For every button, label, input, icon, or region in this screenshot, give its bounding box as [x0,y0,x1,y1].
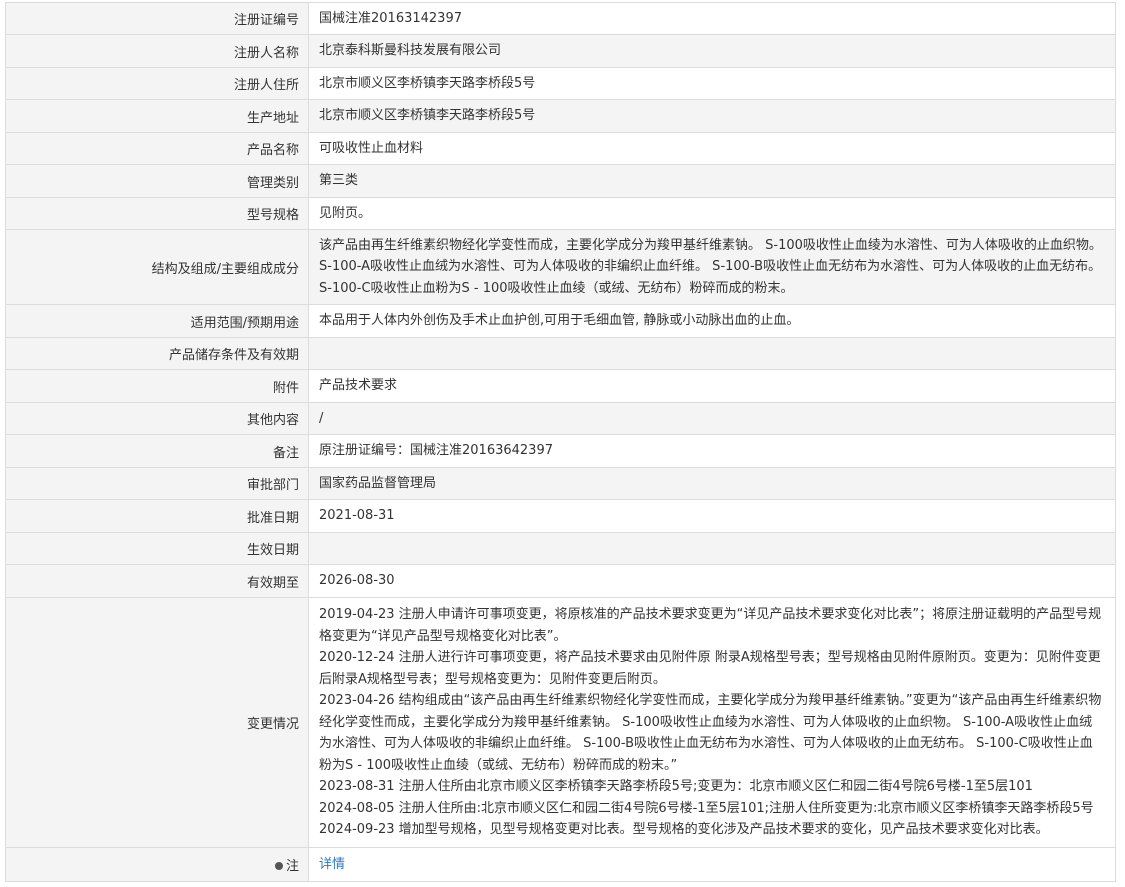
change-entry: 2019-04-23 注册人申请许可事项变更，将原核准的产品技术要求变更为“详见… [319,607,1102,644]
change-entry: 2024-09-23 增加型号规格，见型号规格变更对比表。型号规格的变化涉及产品… [319,822,1049,838]
change-entry: 2024-08-05 注册人住所由:北京市顺义区仁和园二街4号院6号楼-1至5层… [319,800,1094,816]
value-other-content: / [308,402,1116,435]
row-registration-number: 注册证编号 国械注准20163142397 [5,2,1116,35]
row-structure-composition: 结构及组成/主要组成成分 该产品由再生纤维素织物经化学变性而成，主要化学成分为羧… [5,229,1116,305]
row-approval-date: 批准日期 2021-08-31 [5,499,1116,533]
row-other-content: 其他内容 / [5,402,1116,435]
row-change-history: 变更情况 2019-04-23 注册人申请许可事项变更，将原核准的产品技术要求变… [5,597,1116,848]
change-entry: 2020-12-24 注册人进行许可事项变更，将产品技术要求由见附件原 附录A规… [319,650,1101,687]
label-registrant-name: 注册人名称 [5,34,309,68]
value-registrant-address: 北京市顺义区李桥镇李天路李桥段5号 [308,67,1116,100]
change-entry: 2023-08-31 注册人住所由北京市顺义区李桥镇李天路李桥段5号;变更为：北… [319,779,1033,795]
value-intended-use: 本品用于人体内外创伤及手术止血护创,可用于毛细血管, 静脉或小动脉出血的止血。 [308,304,1116,338]
row-effective-date: 生效日期 [5,532,1116,565]
value-effective-date [308,532,1116,565]
value-change-history: 2019-04-23 注册人申请许可事项变更，将原核准的产品技术要求变更为“详见… [308,597,1116,848]
row-attachment: 附件 产品技术要求 [5,369,1116,403]
label-remarks: 备注 [5,434,309,468]
label-model-spec: 型号规格 [5,197,309,230]
row-management-category: 管理类别 第三类 [5,164,1116,198]
value-production-address: 北京市顺义区李桥镇李天路李桥段5号 [308,99,1116,133]
row-remarks: 备注 原注册证编号：国械注准20163642397 [5,434,1116,468]
label-intended-use: 适用范围/预期用途 [5,304,309,338]
value-structure-composition: 该产品由再生纤维素织物经化学变性而成，主要化学成分为羧甲基纤维素钠。 S-100… [308,229,1116,305]
bullet-icon [274,861,283,870]
label-other-content: 其他内容 [5,402,309,435]
value-approval-date: 2021-08-31 [308,499,1116,533]
label-registrant-address: 注册人住所 [5,67,309,100]
label-product-name: 产品名称 [5,132,309,165]
label-management-category: 管理类别 [5,164,309,198]
row-approval-department: 审批部门 国家药品监督管理局 [5,467,1116,500]
value-attachment: 产品技术要求 [308,369,1116,403]
row-production-address: 生产地址 北京市顺义区李桥镇李天路李桥段5号 [5,99,1116,133]
row-product-name: 产品名称 可吸收性止血材料 [5,132,1116,165]
value-management-category: 第三类 [308,164,1116,198]
value-expiry-date: 2026-08-30 [308,564,1116,598]
label-effective-date: 生效日期 [5,532,309,565]
value-model-spec: 见附页。 [308,197,1116,230]
label-registration-number: 注册证编号 [5,2,309,35]
value-storage-conditions [308,337,1116,370]
label-approval-department: 审批部门 [5,467,309,500]
label-expiry-date: 有效期至 [5,564,309,598]
value-registrant-name: 北京泰科斯曼科技发展有限公司 [308,34,1116,68]
label-structure-composition: 结构及组成/主要组成成分 [5,229,309,305]
label-note: 注 [5,847,309,882]
value-approval-department: 国家药品监督管理局 [308,467,1116,500]
label-production-address: 生产地址 [5,99,309,133]
details-link[interactable]: 详情 [319,857,345,872]
label-storage-conditions: 产品储存条件及有效期 [5,337,309,370]
change-entry: 2023-04-26 结构组成由“该产品由再生纤维素织物经化学变性而成，主要化学… [319,693,1102,773]
row-intended-use: 适用范围/预期用途 本品用于人体内外创伤及手术止血护创,可用于毛细血管, 静脉或… [5,304,1116,338]
row-registrant-address: 注册人住所 北京市顺义区李桥镇李天路李桥段5号 [5,67,1116,100]
row-registrant-name: 注册人名称 北京泰科斯曼科技发展有限公司 [5,34,1116,68]
value-note: 详情 [308,847,1116,882]
row-expiry-date: 有效期至 2026-08-30 [5,564,1116,598]
row-model-spec: 型号规格 见附页。 [5,197,1116,230]
label-approval-date: 批准日期 [5,499,309,533]
row-storage-conditions: 产品储存条件及有效期 [5,337,1116,370]
label-change-history: 变更情况 [5,597,309,848]
label-attachment: 附件 [5,369,309,403]
value-product-name: 可吸收性止血材料 [308,132,1116,165]
registration-detail-table: 注册证编号 国械注准20163142397 注册人名称 北京泰科斯曼科技发展有限… [5,2,1116,882]
value-remarks: 原注册证编号：国械注准20163642397 [308,434,1116,468]
value-registration-number: 国械注准20163142397 [308,2,1116,35]
note-label: 注 [285,859,299,874]
row-note: 注 详情 [5,847,1116,882]
